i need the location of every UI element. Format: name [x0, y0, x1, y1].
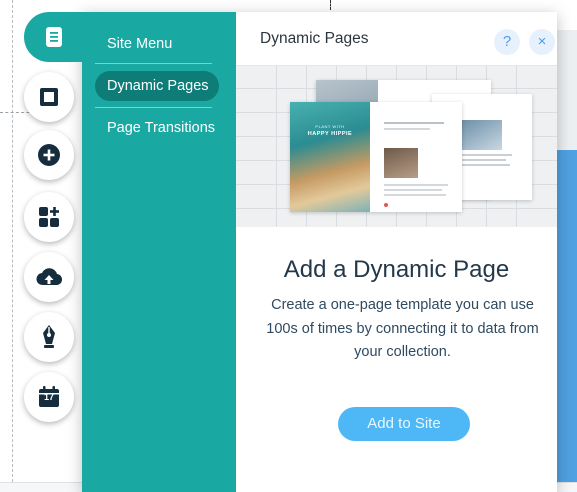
canvas-section [557, 30, 577, 150]
app-market-icon [39, 207, 59, 227]
blog-pen-icon [43, 325, 55, 348]
help-icon: ? [502, 33, 512, 50]
panel-title: Dynamic Pages [260, 30, 369, 47]
background-button[interactable] [24, 72, 74, 122]
close-icon: × [537, 33, 547, 50]
left-tool-strip: 17 [0, 0, 84, 492]
template-card-front: PLANT WITH HAPPY HIPPIE [290, 102, 462, 212]
card-overline: PLANT WITH [315, 124, 345, 129]
app-market-button[interactable] [24, 192, 74, 242]
card-tagline: HAPPY HIPPIE [307, 131, 353, 137]
canvas-section [557, 150, 577, 492]
card-photo [384, 148, 418, 178]
side-item-site-menu[interactable]: Site Menu [95, 29, 219, 59]
dynamic-page-illustration: PLANT WITH HAPPY HIPPIE [236, 66, 557, 227]
side-item-page-transitions[interactable]: Page Transitions [95, 113, 219, 143]
bookings-button[interactable]: 17 [24, 372, 74, 422]
side-divider [95, 63, 212, 64]
upload-icon [36, 268, 62, 286]
pages-button[interactable] [24, 12, 84, 62]
calendar-day: 17 [43, 392, 54, 402]
close-button[interactable]: × [529, 29, 555, 55]
add-icon [38, 144, 60, 166]
side-divider [95, 107, 212, 108]
panel-header: Dynamic Pages ? × [236, 12, 557, 66]
pages-panel: Site Menu Dynamic Pages Page Transitions… [82, 12, 557, 492]
panel-description: Create a one-page template you can use 1… [266, 297, 539, 360]
blog-button[interactable] [24, 312, 74, 362]
upload-button[interactable] [24, 252, 74, 302]
panel-side-menu: Site Menu Dynamic Pages Page Transitions [82, 12, 236, 492]
side-item-dynamic-pages[interactable]: Dynamic Pages [95, 71, 219, 101]
help-button[interactable]: ? [494, 29, 520, 55]
add-button[interactable] [24, 130, 74, 180]
canvas-guide-line [330, 0, 331, 10]
pages-icon [46, 27, 62, 47]
panel-headline: Add a Dynamic Page [283, 256, 510, 283]
background-icon [40, 88, 58, 106]
panel-content: Dynamic Pages ? × PLANT WITH HAPPY HIPPI… [236, 12, 557, 492]
add-to-site-button[interactable]: Add to Site [338, 407, 470, 441]
